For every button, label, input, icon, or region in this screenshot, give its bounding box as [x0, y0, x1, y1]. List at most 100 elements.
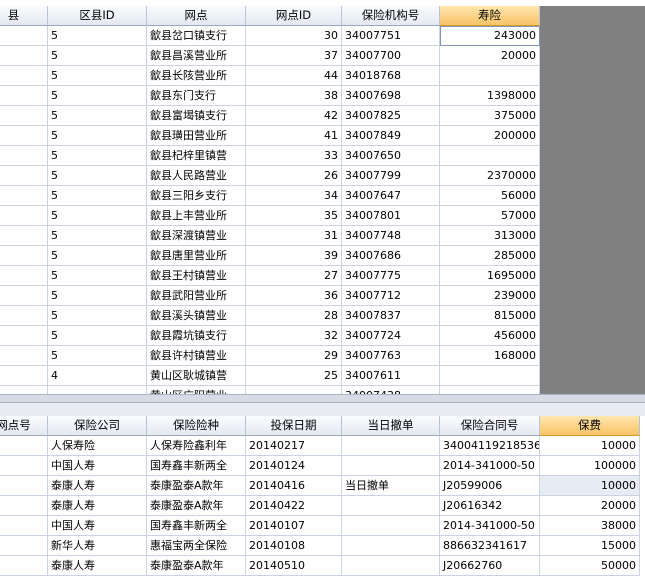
cell-same-day-cancel[interactable]	[342, 556, 440, 576]
cell-county[interactable]	[0, 366, 48, 386]
cell-county-id[interactable]: 5	[48, 106, 147, 126]
cell-life-insurance[interactable]: 456000	[440, 326, 540, 346]
cell-life-insurance[interactable]: 375000	[440, 106, 540, 126]
cell-insurer[interactable]: 中国人寿	[48, 516, 147, 536]
cell-contract-no[interactable]: J20616342	[440, 496, 540, 516]
cell-insurance-type[interactable]: 人保寿险鑫利年	[147, 436, 246, 456]
cell-insurance-type[interactable]: 国寿鑫丰新两全	[147, 456, 246, 476]
cell-county-id[interactable]: 5	[48, 126, 147, 146]
cell-institution-code[interactable]: 34007748	[342, 226, 440, 246]
cell-county-id[interactable]: 5	[48, 326, 147, 346]
cell-institution-code[interactable]: 34007700	[342, 46, 440, 66]
table-row[interactable]: 5 歙县武阳营业所 36 34007712 239000	[0, 286, 540, 306]
cell-branch-id[interactable]: 26	[246, 166, 342, 186]
cell-branch[interactable]: 歙县溪头镇营业	[147, 306, 246, 326]
column-header-insure-date[interactable]: 投保日期	[246, 416, 342, 436]
cell-branch-id[interactable]: 31	[246, 226, 342, 246]
column-header-branch-no[interactable]: 网点号	[0, 416, 48, 436]
cell-life-insurance[interactable]: 1398000	[440, 86, 540, 106]
cell-branch[interactable]: 歙县霞坑镇支行	[147, 326, 246, 346]
cell-branch-id[interactable]: 37	[246, 46, 342, 66]
cell-life-insurance[interactable]: 57000	[440, 206, 540, 226]
cell-county[interactable]	[0, 26, 48, 46]
table-row[interactable]: 5 歙县璜田营业所 41 34007849 200000	[0, 126, 540, 146]
cell-institution-code[interactable]: 34007647	[342, 186, 440, 206]
cell-branch[interactable]: 歙县王村镇营业	[147, 266, 246, 286]
cell-institution-code[interactable]: 34007775	[342, 266, 440, 286]
cell-county[interactable]	[0, 386, 48, 394]
cell-branch[interactable]: 黄山区耿城镇营	[147, 366, 246, 386]
column-header-premium[interactable]: 保费	[540, 416, 640, 436]
cell-life-insurance[interactable]: 200000	[440, 126, 540, 146]
cell-branch-id[interactable]: 28	[246, 306, 342, 326]
cell-branch-no[interactable]	[0, 456, 48, 476]
cell-county-id[interactable]: 5	[48, 266, 147, 286]
cell-institution-code[interactable]: 34007698	[342, 86, 440, 106]
cell-same-day-cancel[interactable]	[342, 516, 440, 536]
table-row[interactable]: 5 歙县三阳乡支行 34 34007647 56000	[0, 186, 540, 206]
column-header-county-id[interactable]: 区县ID	[48, 6, 147, 26]
cell-branch-id[interactable]: 27	[246, 266, 342, 286]
cell-county-id[interactable]: 5	[48, 186, 147, 206]
cell-life-insurance[interactable]: 243000	[440, 26, 540, 46]
cell-insure-date[interactable]: 20140108	[246, 536, 342, 556]
cell-county[interactable]	[0, 66, 48, 86]
column-header-same-day-cancel[interactable]: 当日撤单	[342, 416, 440, 436]
cell-branch[interactable]: 歙县杞梓里镇营	[147, 146, 246, 166]
cell-county[interactable]	[0, 186, 48, 206]
cell-insurance-type[interactable]: 泰康盈泰A款年	[147, 556, 246, 576]
cell-premium[interactable]: 10000	[540, 476, 640, 496]
cell-county[interactable]	[0, 326, 48, 346]
cell-life-insurance[interactable]	[440, 366, 540, 386]
cell-institution-code[interactable]: 34007751	[342, 26, 440, 46]
cell-contract-no[interactable]: J20662760	[440, 556, 540, 576]
cell-insurance-type[interactable]: 泰康盈泰A款年	[147, 496, 246, 516]
cell-branch-id[interactable]: 36	[246, 286, 342, 306]
cell-county[interactable]	[0, 106, 48, 126]
cell-premium[interactable]: 15000	[540, 536, 640, 556]
column-header-branch-id[interactable]: 网点ID	[246, 6, 342, 26]
cell-county-id[interactable]: 5	[48, 66, 147, 86]
cell-branch[interactable]: 歙县许村镇营业	[147, 346, 246, 366]
cell-branch-id[interactable]: 39	[246, 246, 342, 266]
cell-institution-code[interactable]: 34018768	[342, 66, 440, 86]
cell-institution-code[interactable]: 34007837	[342, 306, 440, 326]
cell-insurance-type[interactable]: 惠福宝两全保险	[147, 536, 246, 556]
cell-insure-date[interactable]: 20140422	[246, 496, 342, 516]
cell-life-insurance[interactable]: 20000	[440, 46, 540, 66]
cell-branch[interactable]: 黄山区广阳营业	[147, 386, 246, 394]
cell-branch-no[interactable]	[0, 496, 48, 516]
cell-same-day-cancel[interactable]	[342, 456, 440, 476]
cell-county-id[interactable]: 5	[48, 286, 147, 306]
cell-premium[interactable]: 50000	[540, 556, 640, 576]
cell-contract-no[interactable]: 2014-341000-50	[440, 516, 540, 536]
column-header-contract-no[interactable]: 保险合同号	[440, 416, 540, 436]
table-row[interactable]: 5 歙县岔口镇支行 30 34007751 243000	[0, 26, 540, 46]
cell-life-insurance[interactable]	[440, 146, 540, 166]
cell-life-insurance[interactable]: 313000	[440, 226, 540, 246]
cell-institution-code[interactable]: 34007686	[342, 246, 440, 266]
cell-insure-date[interactable]: 20140107	[246, 516, 342, 536]
cell-life-insurance[interactable]	[440, 66, 540, 86]
table-row[interactable]: 5 歙县霞坑镇支行 32 34007724 456000	[0, 326, 540, 346]
cell-branch-id[interactable]: 41	[246, 126, 342, 146]
cell-life-insurance[interactable]: 815000	[440, 306, 540, 326]
cell-insure-date[interactable]: 20140416	[246, 476, 342, 496]
cell-branch-no[interactable]	[0, 556, 48, 576]
cell-insurer[interactable]: 新华人寿	[48, 536, 147, 556]
column-header-life-insurance[interactable]: 寿险	[440, 6, 540, 26]
cell-insure-date[interactable]: 20140510	[246, 556, 342, 576]
column-header-insurance-type[interactable]: 保险险种	[147, 416, 246, 436]
cell-branch[interactable]: 歙县富堨镇支行	[147, 106, 246, 126]
cell-county[interactable]	[0, 166, 48, 186]
cell-county-id[interactable]	[48, 386, 147, 394]
table-row[interactable]: 人保寿险 人保寿险鑫利年 20140217 34004119218536 10000	[0, 436, 645, 456]
cell-branch-id[interactable]: 30	[246, 26, 342, 46]
cell-county[interactable]	[0, 286, 48, 306]
table-row[interactable]: 5 歙县富堨镇支行 42 34007825 375000	[0, 106, 540, 126]
cell-county-id[interactable]: 5	[48, 86, 147, 106]
cell-county[interactable]	[0, 346, 48, 366]
grid-splitter[interactable]	[0, 394, 645, 403]
table-row[interactable]: 5 歙县许村镇营业 29 34007763 168000	[0, 346, 540, 366]
cell-branch[interactable]: 歙县璜田营业所	[147, 126, 246, 146]
